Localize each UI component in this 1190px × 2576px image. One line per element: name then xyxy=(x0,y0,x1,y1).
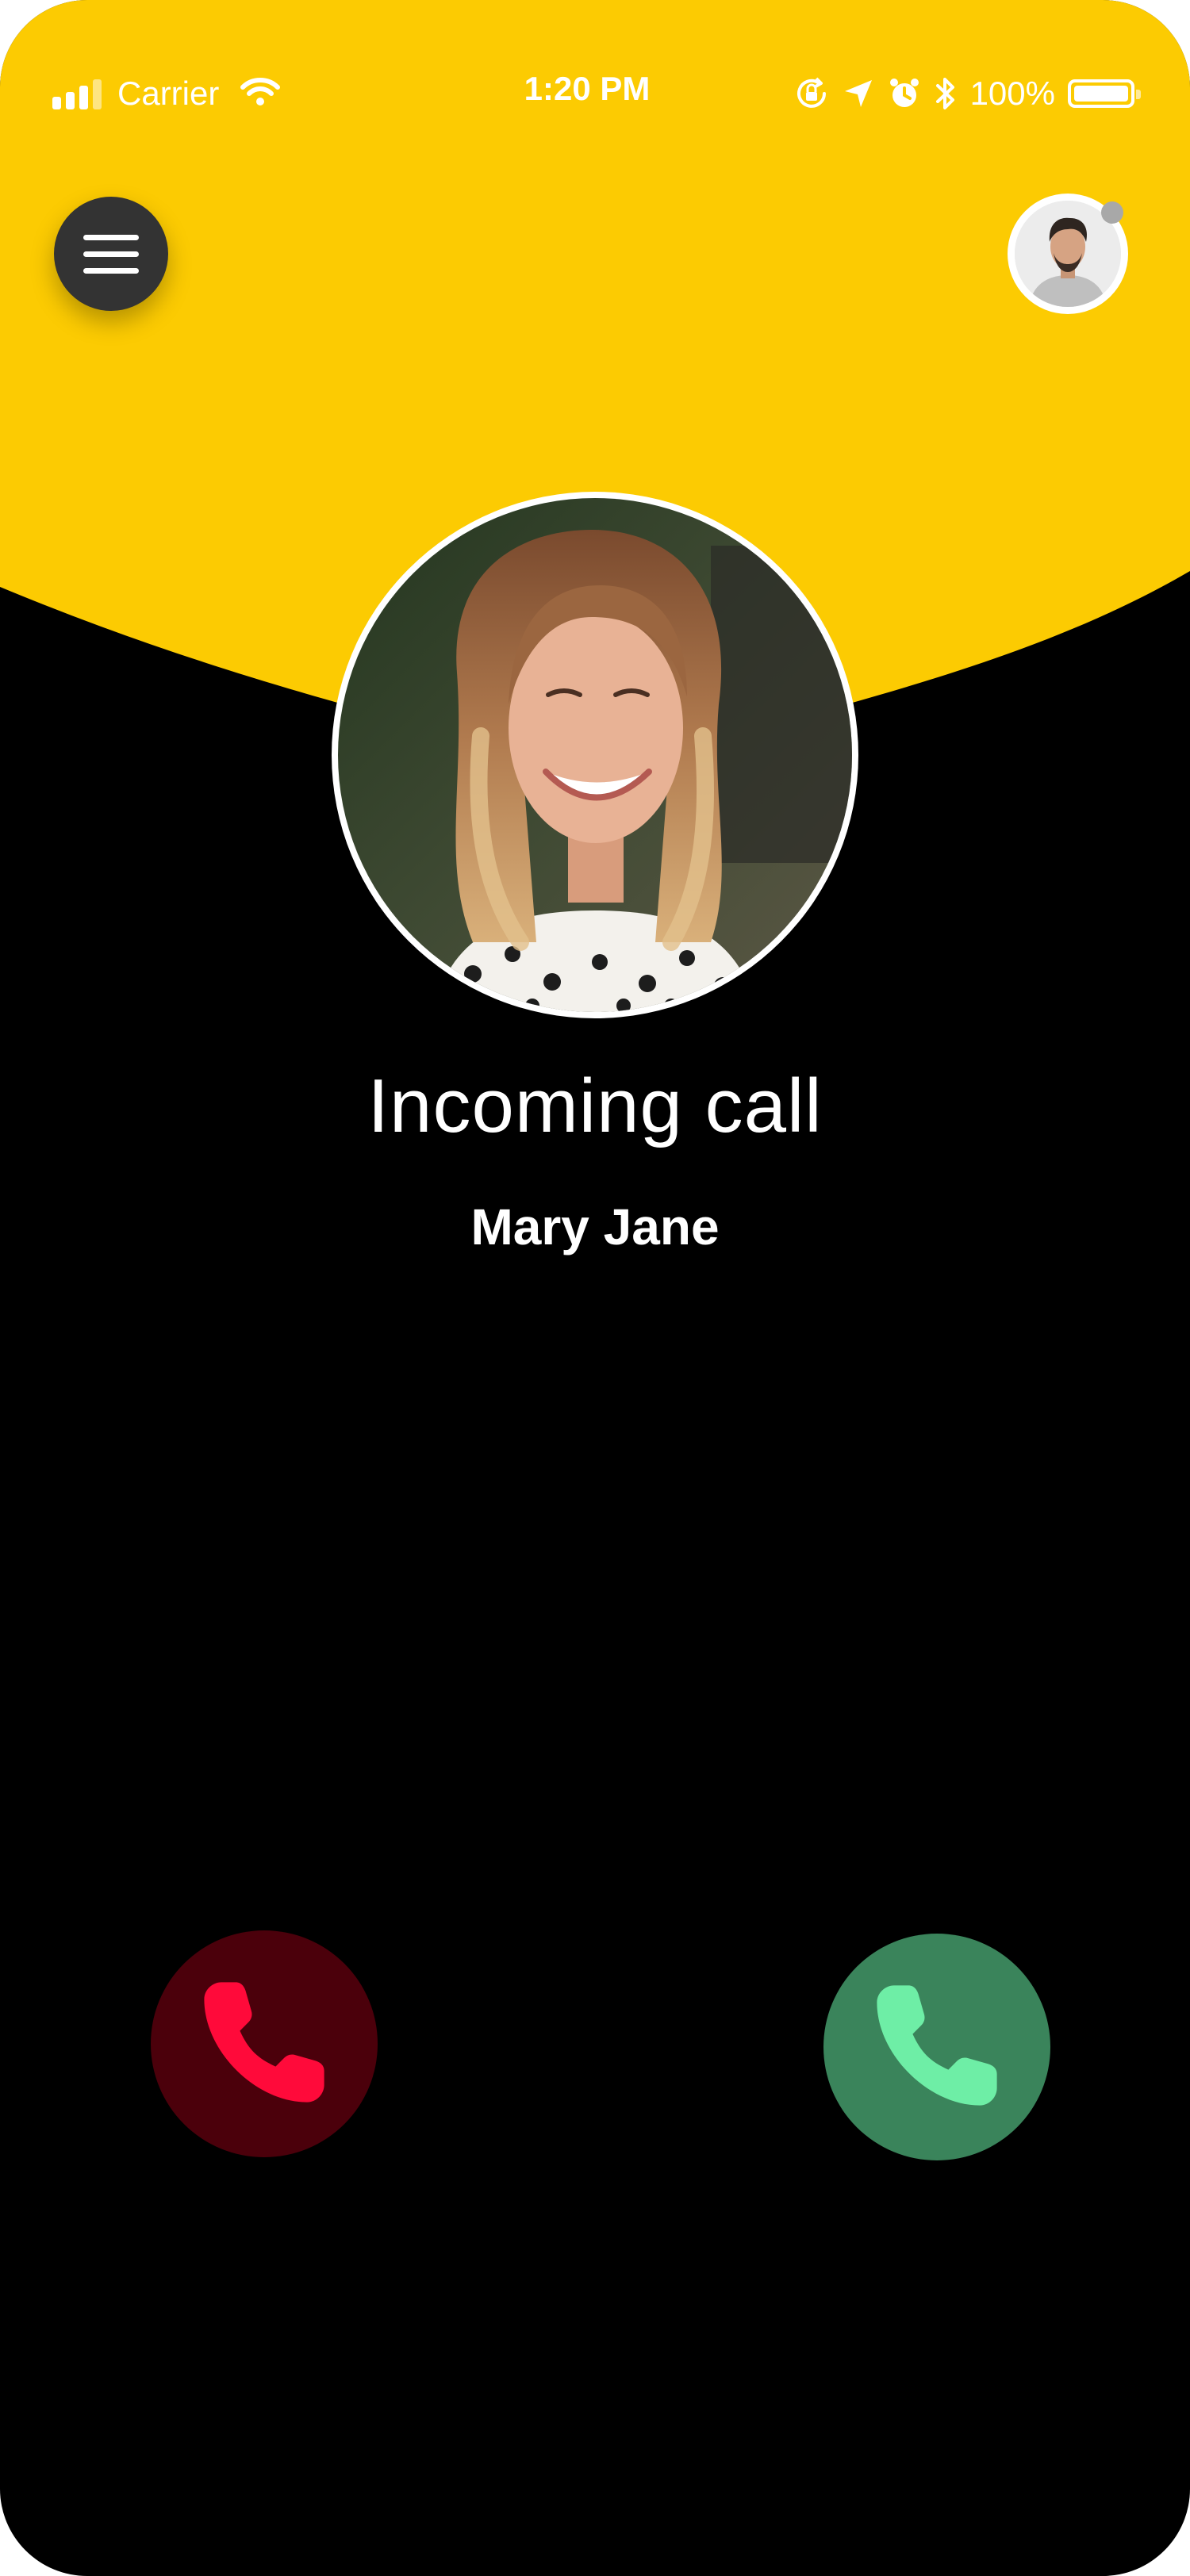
profile-avatar[interactable] xyxy=(1008,194,1128,314)
battery-icon xyxy=(1068,79,1141,108)
call-status-label: Incoming call xyxy=(367,1064,823,1148)
phone-accept-icon xyxy=(866,1974,1008,2121)
battery-percent: 100% xyxy=(969,75,1055,112)
decline-call-button[interactable] xyxy=(151,1930,378,2157)
location-icon xyxy=(843,79,873,109)
phone-decline-icon xyxy=(193,1971,336,2118)
status-right: 100% xyxy=(794,71,1141,116)
battery-level xyxy=(1074,86,1128,102)
hamburger-menu-icon xyxy=(83,234,139,240)
incoming-call-screen: Carrier 1:20 PM 100% Incoming call Mary … xyxy=(0,0,1190,2576)
caller-photo xyxy=(332,492,858,1018)
accept-call-button[interactable] xyxy=(823,1934,1050,2160)
bluetooth-icon xyxy=(935,76,956,111)
menu-button[interactable] xyxy=(54,197,168,311)
caller-name: Mary Jane xyxy=(470,1198,720,1255)
presence-indicator xyxy=(1101,201,1123,224)
orientation-lock-icon xyxy=(794,76,829,111)
status-bar: Carrier 1:20 PM 100% xyxy=(0,0,1190,190)
alarm-icon xyxy=(888,77,921,110)
